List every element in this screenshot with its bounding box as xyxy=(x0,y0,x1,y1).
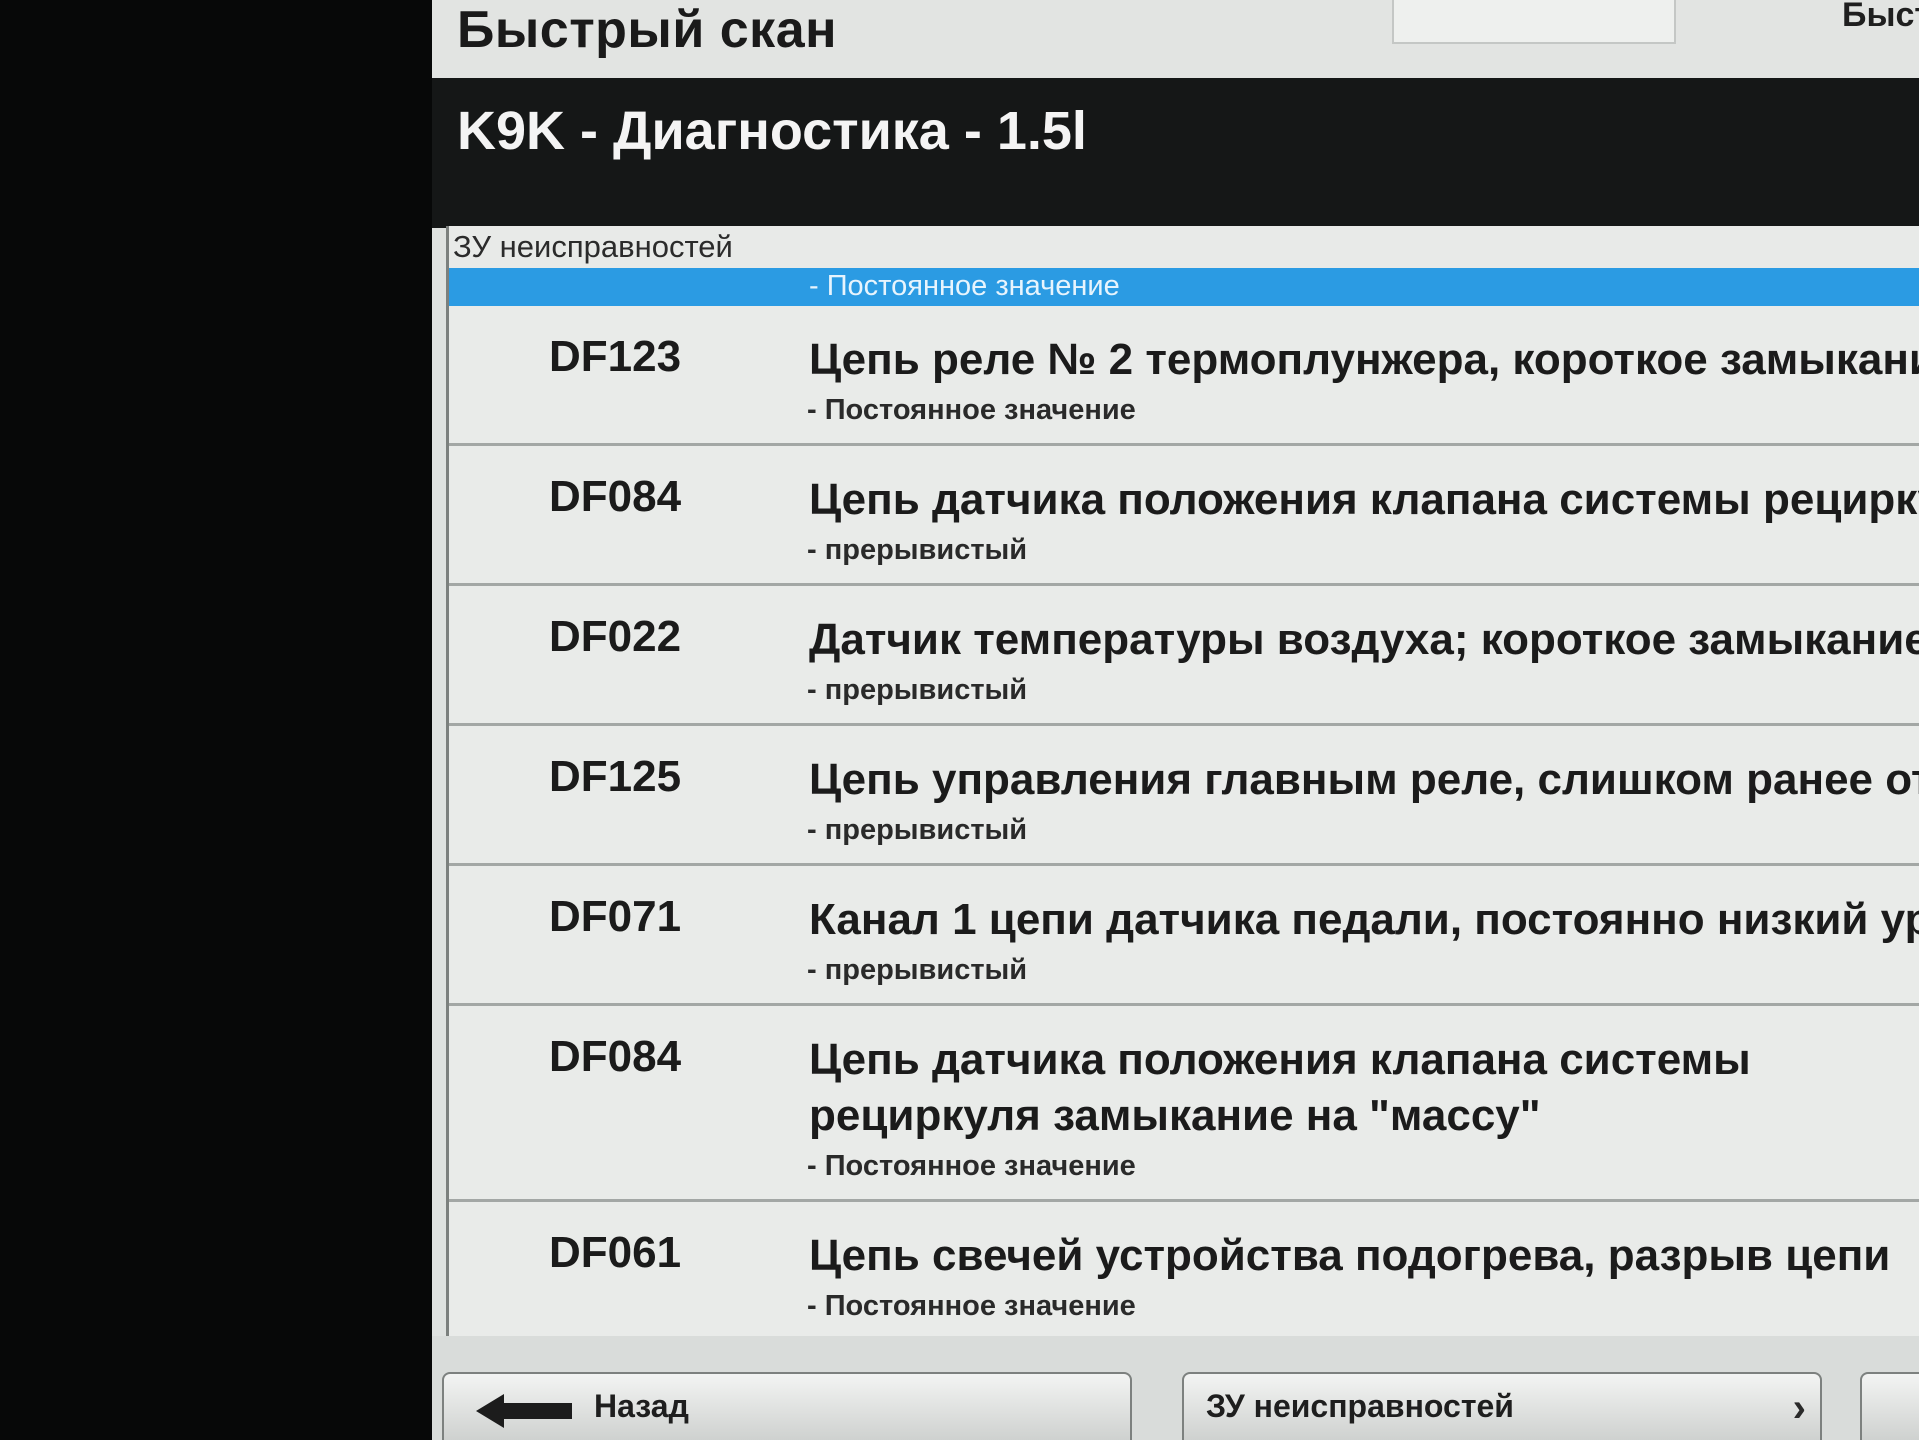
chevron-right-icon: › xyxy=(1792,1386,1806,1430)
selected-fault-row[interactable]: - Постоянное значение xyxy=(449,268,1919,306)
fault-code: DF071 xyxy=(549,892,682,941)
diagnostic-screen: Быстрый скан Быстр K9K - Диагностика - 1… xyxy=(432,0,1919,1440)
bottom-toolbar: Назад ЗУ неисправностей › xyxy=(432,1336,1919,1440)
fault-code: DF125 xyxy=(549,752,682,801)
fault-description: Цепь управления главным реле, слишком ра… xyxy=(809,755,1919,804)
fault-code: DF123 xyxy=(549,332,682,381)
top-bar: Быстрый скан Быстр xyxy=(432,0,1919,78)
fault-code: DF084 xyxy=(549,1032,682,1081)
fault-description: Цепь датчика положения клапана системы р… xyxy=(809,475,1919,524)
fault-code: DF022 xyxy=(549,612,682,661)
fault-row[interactable]: DF125 Цепь управления главным реле, слиш… xyxy=(449,726,1919,866)
fault-description: Цепь реле № 2 термоплунжера, короткое за… xyxy=(809,335,1919,384)
fault-description: Датчик температуры воздуха; короткое зам… xyxy=(809,615,1919,664)
fault-status: - Постоянное значение xyxy=(807,1290,1136,1322)
fault-row[interactable]: DF022 Датчик температуры воздуха; коротк… xyxy=(449,586,1919,726)
fault-row[interactable]: DF084 Цепь датчика положения клапана сис… xyxy=(449,1006,1919,1202)
fault-description: Канал 1 цепи датчика педали, постоянно н… xyxy=(809,895,1919,944)
fault-memory-panel: ЗУ неисправностей - Постоянное значение … xyxy=(446,226,1919,1342)
fault-row[interactable]: DF061 Цепь свечей устройства подогрева, … xyxy=(449,1202,1919,1342)
fault-list: DF123 Цепь реле № 2 термоплунжера, корот… xyxy=(449,306,1919,1342)
fault-code: DF084 xyxy=(549,472,682,521)
ecu-header: K9K - Диагностика - 1.5l xyxy=(432,78,1919,228)
fault-status: - Постоянное значение xyxy=(807,394,1136,426)
fault-row[interactable]: DF084 Цепь датчика положения клапана сис… xyxy=(449,446,1919,586)
fault-memory-button[interactable]: ЗУ неисправностей › xyxy=(1182,1372,1822,1440)
app-title: Быстрый скан xyxy=(457,1,838,59)
fault-status: - Постоянное значение xyxy=(807,1150,1136,1182)
fault-status: - прерывистый xyxy=(807,674,1028,706)
fault-status: - прерывистый xyxy=(807,534,1028,566)
fault-status: - прерывистый xyxy=(807,814,1028,846)
fault-description: Цепь свечей устройства подогрева, разрыв… xyxy=(809,1231,1891,1280)
fault-row[interactable]: DF071 Канал 1 цепи датчика педали, посто… xyxy=(449,866,1919,1006)
selected-fault-status: - Постоянное значение xyxy=(809,270,1120,302)
fault-description: Цепь датчика положения клапана системы р… xyxy=(809,1035,1751,1140)
next-button[interactable] xyxy=(1860,1372,1919,1440)
ecu-title: K9K - Диагностика - 1.5l xyxy=(457,101,1087,161)
back-button[interactable]: Назад xyxy=(442,1372,1132,1440)
fault-status: - прерывистый xyxy=(807,954,1028,986)
arrow-left-icon xyxy=(476,1394,572,1428)
fault-memory-button-label: ЗУ неисправностей xyxy=(1206,1388,1514,1424)
fault-row[interactable]: DF123 Цепь реле № 2 термоплунжера, корот… xyxy=(449,306,1919,446)
top-tab[interactable] xyxy=(1392,0,1676,44)
panel-label: ЗУ неисправностей xyxy=(453,229,733,264)
top-right-tab-label[interactable]: Быстр xyxy=(1842,0,1919,35)
back-button-label: Назад xyxy=(594,1388,689,1424)
fault-code: DF061 xyxy=(549,1228,682,1277)
